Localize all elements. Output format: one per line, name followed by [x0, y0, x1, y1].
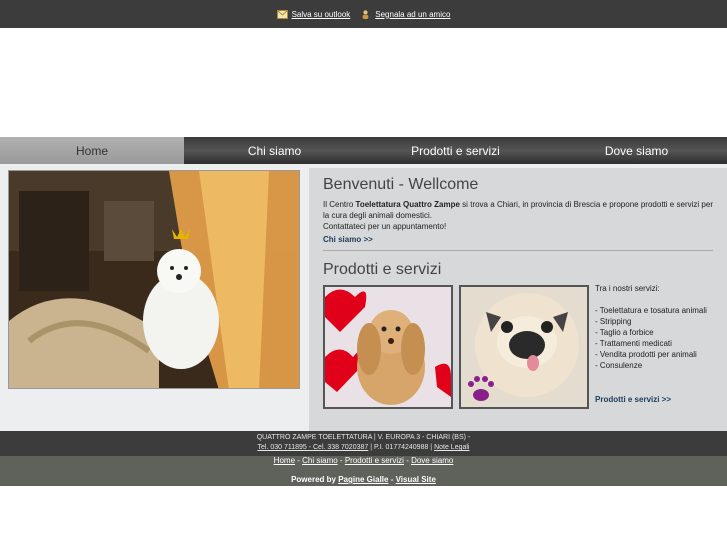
pagine-gialle-link[interactable]: Pagine Gialle [338, 475, 388, 484]
pug-dog-image [459, 285, 589, 409]
footer-address: QUATTRO ZAMPE TOELETTATURA | V. EUROPA 3… [256, 434, 471, 441]
service-item: - Vendita prodotti per animali [595, 350, 697, 359]
footer-legal-link[interactable]: Note Legali [434, 444, 469, 451]
visual-site-link[interactable]: Visual Site [396, 475, 436, 484]
chi-siamo-more-link[interactable]: Chi siamo >> [323, 235, 373, 244]
person-icon [362, 9, 369, 19]
service-item: - Consulenze [595, 361, 643, 370]
welcome-title: Benvenuti - Wellcome [323, 176, 479, 193]
tell-friend-link[interactable]: Segnala ad un amico [360, 10, 450, 19]
nav-dove-siamo[interactable]: Dove siamo [546, 137, 727, 164]
nav-home[interactable]: Home [0, 137, 184, 164]
service-item: - Stripping [595, 317, 632, 326]
services-list: Tra i nostri servizi: - Toelettatura e t… [595, 283, 723, 371]
powered-by-label: Powered by [291, 475, 336, 484]
welcome-text-line2: Contattateci per un appuntamento! [323, 222, 447, 231]
footer-links: Home - Chi siamo - Prodotti e servizi - … [0, 456, 727, 486]
main-nav: Home Chi siamo Prodotti e servizi Dove s… [0, 137, 727, 164]
footer-link-chi-siamo[interactable]: Chi siamo [302, 456, 338, 465]
content-area: Benvenuti - Wellcome Il Centro Toelettat… [0, 164, 727, 431]
footer-link-prodotti[interactable]: Prodotti e servizi [345, 456, 404, 465]
main-photo-westie [8, 170, 300, 389]
nav-dove-siamo-label: Dove siamo [604, 143, 669, 158]
nav-home-label: Home [75, 143, 108, 158]
service-item: - Taglio a forbice [595, 328, 654, 337]
footer-piva: | P.I. 01774240988 | [368, 444, 435, 451]
top-bar: Salva su outlook Segnala ad un amico [0, 0, 727, 28]
save-outlook-link[interactable]: Salva su outlook [276, 9, 351, 19]
nav-prodotti-label: Prodotti e servizi [411, 143, 500, 158]
westie-dog-image [9, 171, 299, 388]
services-intro: Tra i nostri servizi: [595, 284, 660, 293]
prodotti-more-link[interactable]: Prodotti e servizi >> [595, 395, 671, 404]
tell-friend-label: Segnala ad un amico [375, 9, 451, 19]
service-item: - Toelettatura e tosatura animali [595, 306, 707, 315]
envelope-icon [276, 9, 288, 19]
nav-prodotti-servizi[interactable]: Prodotti e servizi [365, 137, 546, 164]
footer-link-home[interactable]: Home [274, 456, 295, 465]
footer-link-dove-siamo[interactable]: Dove siamo [411, 456, 453, 465]
section-divider [323, 250, 713, 251]
right-column: Benvenuti - Wellcome Il Centro Toelettat… [309, 168, 727, 431]
footer-phone-link[interactable]: Tel. 030 711895 - Cel. 338 7020387 [257, 444, 368, 451]
footer-info: QUATTRO ZAMPE TOELETTATURA | V. EUROPA 3… [0, 431, 727, 456]
service-item: - Trattamenti medicati [595, 339, 672, 348]
powered-separator: - [388, 475, 396, 484]
services-title: Prodotti e servizi [323, 261, 442, 278]
cocker-dog-image [323, 285, 453, 409]
save-outlook-label: Salva su outlook [291, 9, 351, 19]
welcome-text-bold: Toelettatura Quattro Zampe [355, 200, 460, 209]
nav-chi-siamo-label: Chi siamo [247, 143, 302, 158]
nav-chi-siamo[interactable]: Chi siamo [184, 137, 365, 164]
welcome-text: Il Centro Toelettatura Quattro Zampe si … [323, 199, 713, 232]
welcome-text-prefix: Il Centro [323, 200, 356, 209]
